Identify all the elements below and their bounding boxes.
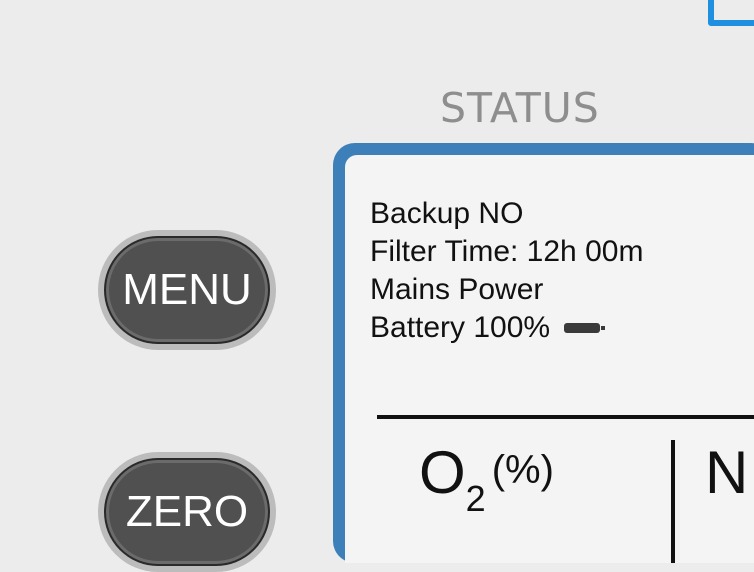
top-accent-frame xyxy=(708,0,754,26)
battery-status: Battery 100% xyxy=(370,309,643,347)
backup-status: Backup NO xyxy=(370,197,524,230)
o2-readout-label: O2(%) xyxy=(419,438,554,519)
menu-button[interactable]: MENU xyxy=(98,230,276,350)
gas-unit: (%) xyxy=(491,448,554,492)
filter-time-status: Filter Time: 12h 00m xyxy=(370,235,644,268)
gas-symbol: O xyxy=(419,439,466,506)
battery-text: Battery 100% xyxy=(370,311,551,344)
display-frame: Backup NO Filter Time: 12h 00m Mains Pow… xyxy=(333,143,754,563)
power-status: Mains Power xyxy=(370,273,544,306)
second-gas-label: N xyxy=(705,439,749,506)
gas-subscript: 2 xyxy=(465,478,486,519)
zero-button-label: ZERO xyxy=(104,458,270,566)
horizontal-divider xyxy=(377,415,754,419)
zero-button[interactable]: ZERO xyxy=(98,452,276,572)
battery-icon xyxy=(564,323,606,333)
display-screen: Backup NO Filter Time: 12h 00m Mains Pow… xyxy=(345,155,754,563)
menu-button-label: MENU xyxy=(104,236,270,344)
status-info: Backup NO Filter Time: 12h 00m Mains Pow… xyxy=(370,195,643,347)
status-heading: STATUS xyxy=(440,84,600,132)
